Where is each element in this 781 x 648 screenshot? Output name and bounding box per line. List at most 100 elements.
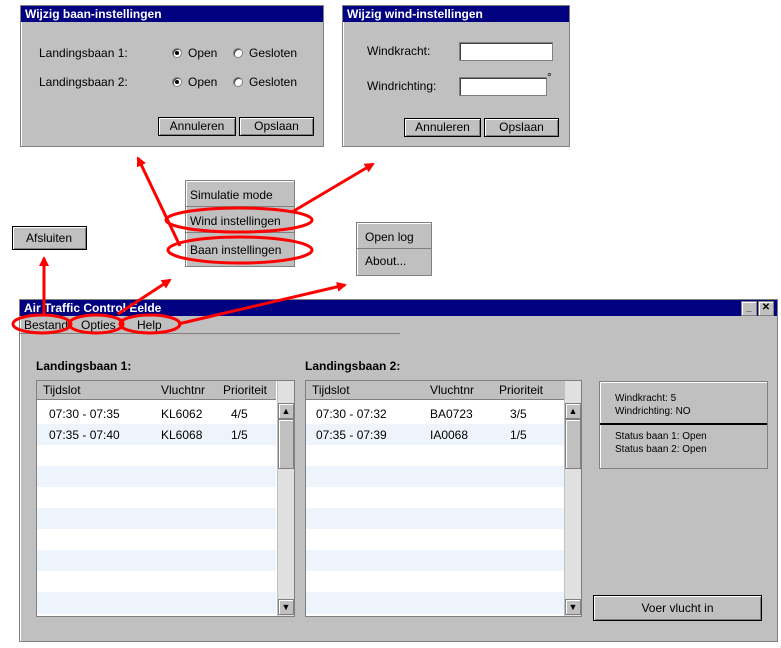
wind-force-input[interactable] (459, 42, 553, 61)
col-header-timeslot[interactable]: Tijdslot (43, 383, 81, 397)
runway-cancel-button[interactable]: Annuleren (158, 117, 236, 136)
table-row (306, 445, 564, 466)
runway2-open-radio[interactable] (172, 77, 182, 87)
cell-priority: 4/5 (231, 407, 248, 421)
runway1-closed-label[interactable]: Gesloten (249, 46, 297, 60)
runway1-scrollbar[interactable]: ▲ ▼ (277, 381, 294, 616)
runway1-table-header: Tijdslot Vluchtnr Prioriteit (37, 381, 276, 400)
col-header-flight[interactable]: Vluchtnr (161, 383, 205, 397)
main-window: Air Traffic Control Eelde _ ✕ Bestand Op… (19, 299, 778, 642)
runway2-label: Landingsbaan 2: (39, 75, 128, 89)
scroll-thumb[interactable] (278, 419, 294, 469)
table-row (37, 508, 276, 529)
runway2-title: Landingsbaan 2: (305, 359, 401, 373)
wind-save-button[interactable]: Opslaan (484, 118, 559, 137)
menu-item-open-log[interactable]: Open log (357, 225, 431, 249)
enter-flight-button[interactable]: Voer vlucht in (593, 595, 762, 621)
arrow-to-runway-dialog (136, 156, 182, 247)
cell-timeslot: 07:30 - 07:32 (316, 407, 387, 421)
wind-direction-label: Windrichting: (367, 79, 437, 93)
runway1-table: Tijdslot Vluchtnr Prioriteit 07:30 - 07:… (36, 380, 295, 617)
table-row[interactable]: 07:30 - 07:35 KL6062 4/5 (37, 403, 276, 424)
table-row[interactable]: 07:30 - 07:32 BA0723 3/5 (306, 403, 564, 424)
runway2-open-label[interactable]: Open (188, 75, 217, 89)
table-row (37, 466, 276, 487)
wind-direction-input[interactable] (459, 77, 547, 96)
table-row (306, 466, 564, 487)
runway1-status: Status baan 1: Open (615, 431, 707, 442)
cell-timeslot: 07:35 - 07:40 (49, 428, 120, 442)
menubar: Bestand Opties Help (20, 317, 400, 334)
table-row (306, 508, 564, 529)
table-row[interactable]: 07:35 - 07:40 KL6068 1/5 (37, 424, 276, 445)
runway2-closed-radio[interactable] (233, 77, 243, 87)
cell-flight: BA0723 (430, 407, 473, 421)
options-menu: Simulatie mode Wind instellingen Baan in… (185, 180, 295, 267)
runway1-closed-radio[interactable] (233, 48, 243, 58)
wind-direction-info: Windrichting: NO (615, 406, 691, 417)
table-row (37, 529, 276, 550)
menu-item-about[interactable]: About... (357, 249, 431, 273)
runway1-open-label[interactable]: Open (188, 46, 217, 60)
cell-flight: KL6068 (161, 428, 203, 442)
runway-save-button[interactable]: Opslaan (239, 117, 314, 136)
runway1-label: Landingsbaan 1: (39, 46, 128, 60)
cell-priority: 3/5 (510, 407, 527, 421)
col-header-priority[interactable]: Prioriteit (499, 383, 543, 397)
wind-dialog-title: Wijzig wind-instellingen (343, 6, 569, 22)
scroll-down-icon[interactable]: ▼ (278, 599, 294, 615)
close-button[interactable]: ✕ (758, 301, 774, 316)
scroll-up-icon[interactable]: ▲ (565, 403, 581, 419)
menu-item-exit[interactable]: Afsluiten (12, 226, 87, 250)
cell-priority: 1/5 (510, 428, 527, 442)
menu-opties[interactable]: Opties (81, 318, 116, 332)
info-panel: Windkracht: 5 Windrichting: NO Status ba… (599, 381, 768, 469)
menu-item-simulation-mode[interactable]: Simulatie mode (186, 183, 294, 207)
main-title-text: Air Traffic Control Eelde (24, 301, 162, 315)
minimize-button[interactable]: _ (741, 301, 757, 316)
info-divider (600, 423, 767, 425)
table-row (306, 571, 564, 592)
arrow-to-wind-dialog (291, 162, 375, 214)
table-row (306, 529, 564, 550)
degree-symbol: ° (547, 70, 552, 84)
menu-bestand[interactable]: Bestand (24, 318, 68, 332)
runway2-table: Tijdslot Vluchtnr Prioriteit 07:30 - 07:… (305, 380, 582, 617)
menu-help[interactable]: Help (137, 318, 162, 332)
runway2-scrollbar[interactable]: ▲ ▼ (564, 381, 581, 616)
table-row (37, 592, 276, 614)
cell-flight: IA0068 (430, 428, 469, 442)
wind-cancel-button[interactable]: Annuleren (404, 118, 481, 137)
table-row (306, 592, 564, 614)
wind-force-info: Windkracht: 5 (615, 393, 677, 404)
main-window-title: Air Traffic Control Eelde _ ✕ (20, 300, 777, 316)
table-row (37, 571, 276, 592)
table-row[interactable]: 07:35 - 07:39 IA0068 1/5 (306, 424, 564, 445)
cell-timeslot: 07:30 - 07:35 (49, 407, 120, 421)
wind-force-label: Windkracht: (367, 44, 431, 58)
cell-priority: 1/5 (231, 428, 248, 442)
table-row (37, 487, 276, 508)
menu-item-runway-settings[interactable]: Baan instellingen (186, 238, 294, 262)
runway-settings-dialog: Wijzig baan-instellingen Landingsbaan 1:… (20, 5, 324, 147)
menu-item-wind-settings[interactable]: Wind instellingen (186, 209, 294, 233)
scroll-down-icon[interactable]: ▼ (565, 599, 581, 615)
col-header-flight[interactable]: Vluchtnr (430, 383, 474, 397)
scroll-up-icon[interactable]: ▲ (278, 403, 294, 419)
col-header-priority[interactable]: Prioriteit (223, 383, 267, 397)
runway1-title: Landingsbaan 1: (36, 359, 132, 373)
col-header-timeslot[interactable]: Tijdslot (312, 383, 350, 397)
table-row (37, 445, 276, 466)
runway2-table-header: Tijdslot Vluchtnr Prioriteit (306, 381, 564, 400)
cell-flight: KL6062 (161, 407, 203, 421)
table-row (306, 487, 564, 508)
wind-settings-dialog: Wijzig wind-instellingen Windkracht: Win… (342, 5, 570, 147)
exit-label: Afsluiten (26, 231, 73, 245)
table-row (37, 550, 276, 571)
scroll-thumb[interactable] (565, 419, 581, 469)
help-menu: Open log About... (356, 222, 432, 276)
runway1-open-radio[interactable] (172, 48, 182, 58)
runway2-status: Status baan 2: Open (615, 444, 707, 455)
cell-timeslot: 07:35 - 07:39 (316, 428, 387, 442)
runway2-closed-label[interactable]: Gesloten (249, 75, 297, 89)
